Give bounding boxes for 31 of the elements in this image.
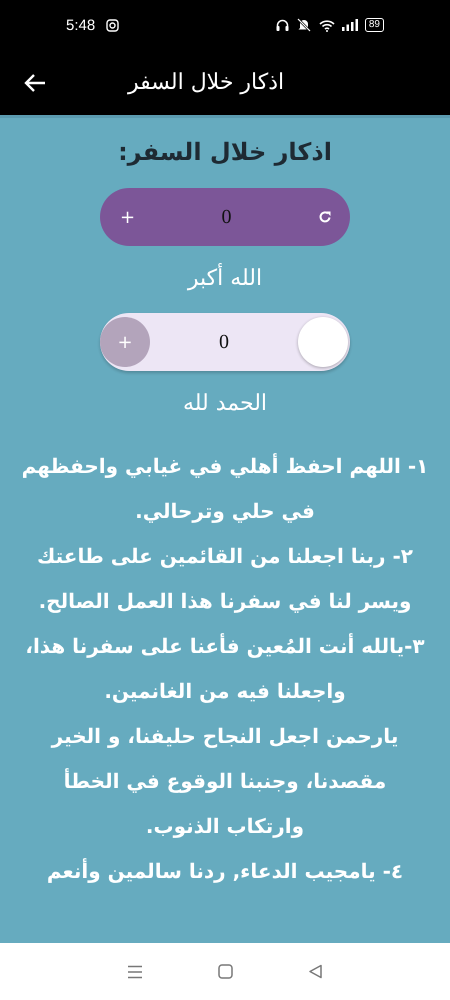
text-line: ٣-يالله أنت المُعين فأعنا على سفرنا هذا، xyxy=(25,632,425,660)
text-line: ٢- ربنا اجعلنا من القائمين على طاعتك xyxy=(37,543,413,570)
dhikr-label: الحمد لله xyxy=(182,391,268,416)
battery-level: 89 xyxy=(364,18,384,32)
text-line: ١- اللهم احفظ أهلي في غيابي واحفظهم xyxy=(22,452,428,480)
counter-bar[interactable]: + 0 xyxy=(100,188,350,246)
text-line: وارتكاب الذنوب. xyxy=(146,813,304,840)
text-line: ويسر لنا في سفرنا هذا العمل الصالح. xyxy=(38,588,412,615)
muted-bell-icon xyxy=(296,18,312,32)
plus-label[interactable]: + xyxy=(120,206,136,228)
page-heading: اذكار خلال السفر: xyxy=(118,138,332,166)
headphones-icon xyxy=(276,19,289,31)
text-line: واجعلنا فيه من الغانمين. xyxy=(104,678,346,705)
counter-value: 0 xyxy=(222,206,232,228)
home-square-icon[interactable] xyxy=(218,964,233,979)
wifi-icon xyxy=(318,18,335,32)
text-line: في حلي وترحالي. xyxy=(135,498,315,525)
refresh-icon[interactable] xyxy=(318,210,332,224)
camera-icon xyxy=(106,18,120,32)
signal-icon xyxy=(342,19,358,31)
counter-value: 0 xyxy=(219,330,229,354)
app-bar-title: اذكار خلال السفر xyxy=(128,70,284,95)
text-line: ٤- يامجيب الدعاء, ردنا سالمين وأنعم xyxy=(46,857,404,885)
status-time: 5:48 xyxy=(66,16,96,34)
menu-icon[interactable] xyxy=(127,964,144,978)
text-line: مقصدنا، وجنبنا الوقوع في الخطأ xyxy=(64,767,386,795)
slider-thumb[interactable] xyxy=(298,317,348,367)
back-arrow-icon[interactable] xyxy=(24,72,46,92)
text-line: يارحمن اجعل النجاح حليفنا، و الخير xyxy=(52,723,398,750)
back-triangle-icon[interactable] xyxy=(308,964,323,979)
counter-track[interactable]: + 0 xyxy=(100,313,350,371)
